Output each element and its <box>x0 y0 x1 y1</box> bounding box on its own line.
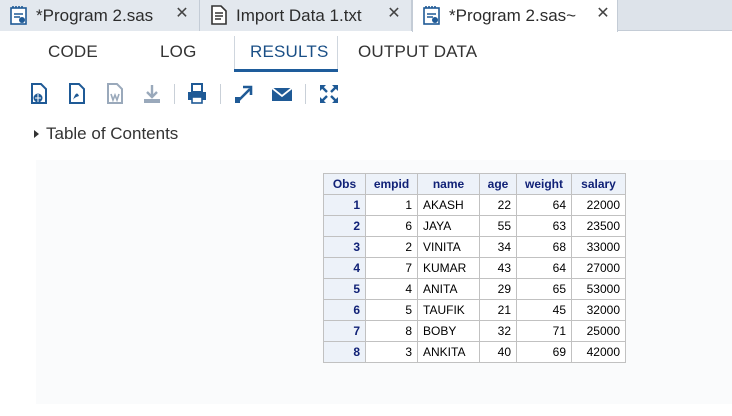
cell-age: 29 <box>479 278 517 300</box>
file-tab-label: *Program 2.sas~ <box>449 6 577 25</box>
column-header-name: name <box>417 173 480 195</box>
column-header-empid: empid <box>365 173 418 195</box>
cell-salary: 32000 <box>571 299 626 321</box>
cell-empid: 2 <box>365 236 418 258</box>
cell-salary: 42000 <box>571 341 626 363</box>
table-row: 7 8 BOBY 32 71 25000 <box>323 320 626 342</box>
cell-name: TAUFIK <box>417 299 480 321</box>
cell-salary: 25000 <box>571 320 626 342</box>
cell-age: 34 <box>479 236 517 258</box>
cell-salary: 23500 <box>571 215 626 237</box>
table-row: 6 5 TAUFIK 21 45 32000 <box>323 299 626 321</box>
cell-age: 43 <box>479 257 517 279</box>
cell-weight: 64 <box>516 194 572 216</box>
cell-obs: 4 <box>323 257 366 279</box>
cell-weight: 45 <box>516 299 572 321</box>
download-pdf-icon[interactable] <box>65 82 89 106</box>
cell-obs: 8 <box>323 341 366 363</box>
toolbar-separator <box>174 84 175 104</box>
file-tab-label: *Program 2.sas <box>36 6 154 25</box>
cell-empid: 3 <box>365 341 418 363</box>
tab-log[interactable]: LOG <box>160 42 197 62</box>
sas-program-icon <box>10 6 27 25</box>
cell-weight: 65 <box>516 278 572 300</box>
cell-weight: 68 <box>516 236 572 258</box>
close-icon[interactable]: ✕ <box>386 4 402 24</box>
cell-empid: 7 <box>365 257 418 279</box>
table-row: 2 6 JAYA 55 63 23500 <box>323 215 626 237</box>
editor-tab-strip: *Program 2.sas ✕ Import Data 1.txt ✕ *Pr… <box>0 0 732 32</box>
cell-age: 40 <box>479 341 517 363</box>
cell-age: 22 <box>479 194 517 216</box>
file-tab-program-2-backup[interactable]: *Program 2.sas~ ✕ <box>412 0 618 32</box>
column-header-obs: Obs <box>323 173 366 195</box>
table-row: 5 4 ANITA 29 65 53000 <box>323 278 626 300</box>
cell-name: VINITA <box>417 236 480 258</box>
results-table: Obs empid name age weight salary 1 1 AKA… <box>323 173 626 363</box>
cell-obs: 2 <box>323 215 366 237</box>
cell-obs: 1 <box>323 194 366 216</box>
table-row: 3 2 VINITA 34 68 33000 <box>323 236 626 258</box>
toc-label: Table of Contents <box>46 124 179 143</box>
table-row: 8 3 ANKITA 40 69 42000 <box>323 341 626 363</box>
close-icon[interactable]: ✕ <box>174 4 190 24</box>
column-header-weight: weight <box>516 173 572 195</box>
tab-code[interactable]: CODE <box>48 42 98 62</box>
cell-obs: 5 <box>323 278 366 300</box>
cell-weight: 69 <box>516 341 572 363</box>
tab-results[interactable]: RESULTS <box>250 42 329 62</box>
table-row: 1 1 AKASH 22 64 22000 <box>323 194 626 216</box>
close-icon[interactable]: ✕ <box>595 4 611 24</box>
cell-empid: 1 <box>365 194 418 216</box>
toolbar-separator <box>220 84 221 104</box>
cell-weight: 63 <box>516 215 572 237</box>
maximize-icon[interactable] <box>317 82 341 106</box>
cell-name: ANITA <box>417 278 480 300</box>
cell-age: 55 <box>479 215 517 237</box>
file-tab-program-2[interactable]: *Program 2.sas ✕ <box>0 0 200 31</box>
print-icon[interactable] <box>185 82 209 106</box>
tab-output-data[interactable]: OUTPUT DATA <box>358 42 477 62</box>
open-in-new-window-icon[interactable] <box>232 82 256 106</box>
download-rtf-icon[interactable] <box>103 82 127 106</box>
cell-salary: 33000 <box>571 236 626 258</box>
expand-triangle-icon <box>34 130 39 138</box>
table-of-contents-toggle[interactable]: Table of Contents <box>34 122 178 146</box>
column-header-salary: salary <box>571 173 626 195</box>
cell-salary: 22000 <box>571 194 626 216</box>
cell-weight: 64 <box>516 257 572 279</box>
section-tabs: CODE LOG RESULTS OUTPUT DATA <box>0 32 732 72</box>
text-file-icon <box>211 5 227 25</box>
file-tab-label: Import Data 1.txt <box>236 6 362 25</box>
cell-salary: 53000 <box>571 278 626 300</box>
cell-obs: 7 <box>323 320 366 342</box>
cell-age: 32 <box>479 320 517 342</box>
toolbar-separator <box>305 84 306 104</box>
results-toolbar <box>0 78 732 112</box>
cell-empid: 4 <box>365 278 418 300</box>
download-html-icon[interactable] <box>27 82 51 106</box>
cell-salary: 27000 <box>571 257 626 279</box>
cell-obs: 3 <box>323 236 366 258</box>
cell-empid: 6 <box>365 215 418 237</box>
cell-name: ANKITA <box>417 341 480 363</box>
file-tab-import-data[interactable]: Import Data 1.txt ✕ <box>200 0 412 31</box>
email-icon[interactable] <box>270 82 294 106</box>
column-header-age: age <box>479 173 517 195</box>
cell-name: AKASH <box>417 194 480 216</box>
active-tab-indicator <box>234 69 338 72</box>
table-header-row: Obs empid name age weight salary <box>323 173 626 195</box>
cell-name: BOBY <box>417 320 480 342</box>
cell-name: KUMAR <box>417 257 480 279</box>
table-row: 4 7 KUMAR 43 64 27000 <box>323 257 626 279</box>
cell-weight: 71 <box>516 320 572 342</box>
cell-age: 21 <box>479 299 517 321</box>
cell-empid: 8 <box>365 320 418 342</box>
cell-name: JAYA <box>417 215 480 237</box>
download-icon[interactable] <box>140 82 164 106</box>
sas-program-icon <box>423 6 440 25</box>
cell-empid: 5 <box>365 299 418 321</box>
cell-obs: 6 <box>323 299 366 321</box>
